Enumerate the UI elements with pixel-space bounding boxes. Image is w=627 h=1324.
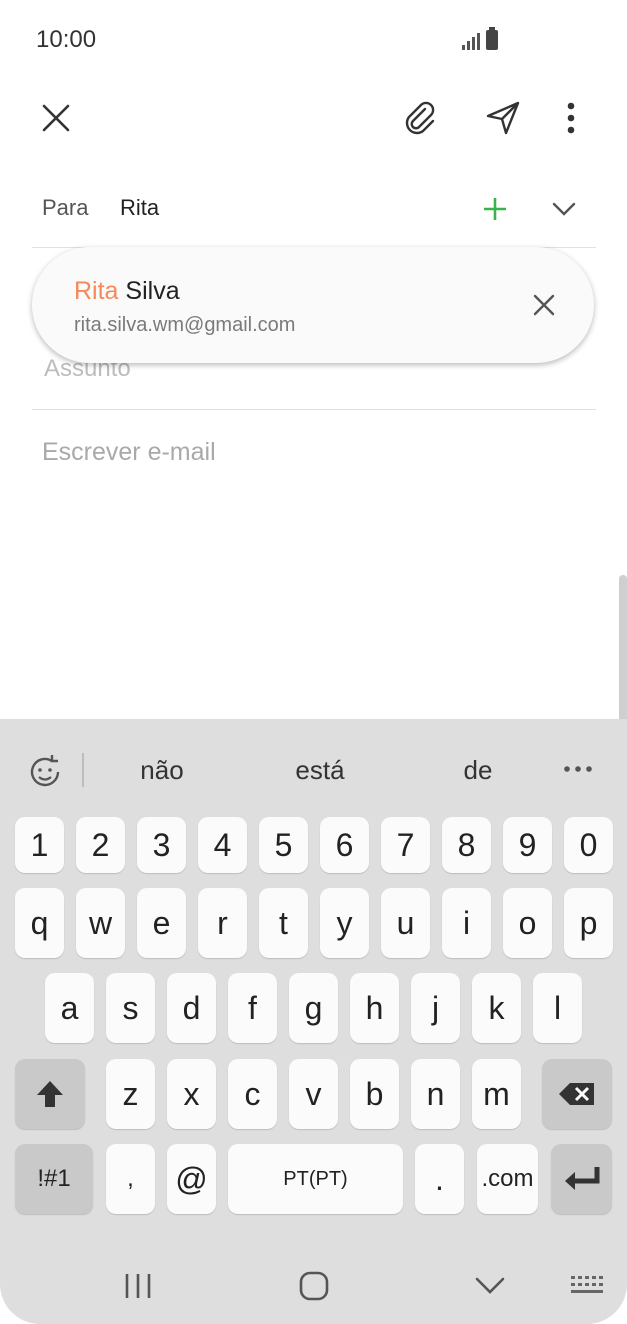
hide-keyboard-button[interactable]	[562, 1261, 612, 1311]
key-a[interactable]: a	[45, 973, 94, 1043]
enter-icon	[564, 1167, 599, 1190]
status-icons	[462, 27, 498, 50]
key-0[interactable]: 0	[564, 817, 613, 873]
navigation-bar	[0, 1249, 627, 1324]
key-w[interactable]: w	[76, 888, 125, 958]
key-x[interactable]: x	[167, 1059, 216, 1129]
add-icon	[484, 198, 506, 220]
key-k[interactable]: k	[472, 973, 521, 1043]
chevron-down-icon	[552, 202, 576, 216]
recents-button[interactable]	[112, 1261, 164, 1311]
send-button[interactable]	[477, 92, 529, 144]
key-l[interactable]: l	[533, 973, 582, 1043]
key-c[interactable]: c	[228, 1059, 277, 1129]
dotcom-key[interactable]: .com	[477, 1144, 538, 1214]
key-6[interactable]: 6	[320, 817, 369, 873]
enter-key[interactable]	[551, 1144, 612, 1214]
suggestion-word-1[interactable]: não	[92, 755, 232, 786]
key-t[interactable]: t	[259, 888, 308, 958]
key-m[interactable]: m	[472, 1059, 521, 1129]
key-s[interactable]: s	[106, 973, 155, 1043]
chevron-down-icon	[475, 1277, 505, 1294]
keyboard-mode-button[interactable]	[22, 749, 68, 795]
keyboard: não está de 1234567890 qwertyuiop asdfghjk…	[0, 719, 627, 1324]
key-p[interactable]: p	[564, 888, 613, 958]
more-icon	[567, 102, 575, 134]
key-2[interactable]: 2	[76, 817, 125, 873]
key-n[interactable]: n	[411, 1059, 460, 1129]
at-key[interactable]: @	[167, 1144, 216, 1214]
more-options-button[interactable]	[550, 92, 592, 144]
key-1[interactable]: 1	[15, 817, 64, 873]
suggestion-word-3[interactable]: de	[408, 755, 548, 786]
suggestion-name: Rita Silva	[74, 277, 180, 306]
suggestion-email: rita.silva.wm@gmail.com	[74, 314, 296, 336]
email-body-field[interactable]: Escrever e-mail	[42, 438, 216, 467]
key-g[interactable]: g	[289, 973, 338, 1043]
key-8[interactable]: 8	[442, 817, 491, 873]
back-button[interactable]	[464, 1261, 516, 1311]
add-recipient-button[interactable]	[476, 190, 514, 228]
key-i[interactable]: i	[442, 888, 491, 958]
shift-key[interactable]	[15, 1059, 85, 1129]
backspace-icon	[559, 1083, 594, 1105]
more-suggestions-button[interactable]	[556, 753, 600, 785]
backspace-key[interactable]	[542, 1059, 612, 1129]
home-button[interactable]	[288, 1261, 340, 1311]
key-4[interactable]: 4	[198, 817, 247, 873]
key-e[interactable]: e	[137, 888, 186, 958]
key-7[interactable]: 7	[381, 817, 430, 873]
keyboard-icon	[571, 1276, 603, 1293]
shift-icon	[37, 1081, 63, 1107]
key-d[interactable]: d	[167, 973, 216, 1043]
clear-icon	[533, 294, 555, 316]
key-o[interactable]: o	[503, 888, 552, 958]
comma-key[interactable]: ,	[106, 1144, 155, 1214]
period-key[interactable]: .	[415, 1144, 464, 1214]
key-r[interactable]: r	[198, 888, 247, 958]
recents-icon	[125, 1274, 151, 1298]
attach-icon	[405, 101, 435, 135]
key-5[interactable]: 5	[259, 817, 308, 873]
status-time: 10:00	[36, 26, 97, 53]
key-3[interactable]: 3	[137, 817, 186, 873]
signal-icon	[462, 30, 480, 50]
key-v[interactable]: v	[289, 1059, 338, 1129]
divider	[32, 409, 596, 410]
key-h[interactable]: h	[350, 973, 399, 1043]
key-u[interactable]: u	[381, 888, 430, 958]
to-label: Para	[42, 195, 89, 220]
key-f[interactable]: f	[228, 973, 277, 1043]
contact-suggestion[interactable]: Rita Silva rita.silva.wm@gmail.com	[32, 247, 594, 363]
key-b[interactable]: b	[350, 1059, 399, 1129]
symbols-key[interactable]: !#1	[15, 1144, 93, 1214]
key-9[interactable]: 9	[503, 817, 552, 873]
close-icon	[42, 104, 70, 132]
home-icon	[299, 1271, 329, 1301]
emoji-icon	[30, 755, 60, 787]
key-y[interactable]: y	[320, 888, 369, 958]
space-key[interactable]: PT(PT)	[228, 1144, 403, 1214]
divider	[82, 753, 84, 787]
close-button[interactable]	[30, 92, 82, 144]
attach-button[interactable]	[394, 92, 446, 144]
suggestion-name-rest: Silva	[118, 277, 180, 305]
send-icon	[486, 101, 520, 135]
expand-recipients-button[interactable]	[545, 190, 583, 228]
battery-icon	[486, 27, 498, 50]
key-q[interactable]: q	[15, 888, 64, 958]
suggestion-name-match: Rita	[74, 277, 119, 305]
dismiss-suggestion-button[interactable]	[526, 287, 562, 323]
more-horizontal-icon	[564, 766, 592, 772]
key-z[interactable]: z	[106, 1059, 155, 1129]
suggestion-word-2[interactable]: está	[250, 755, 390, 786]
key-j[interactable]: j	[411, 973, 460, 1043]
to-field[interactable]: Rita	[120, 195, 159, 221]
